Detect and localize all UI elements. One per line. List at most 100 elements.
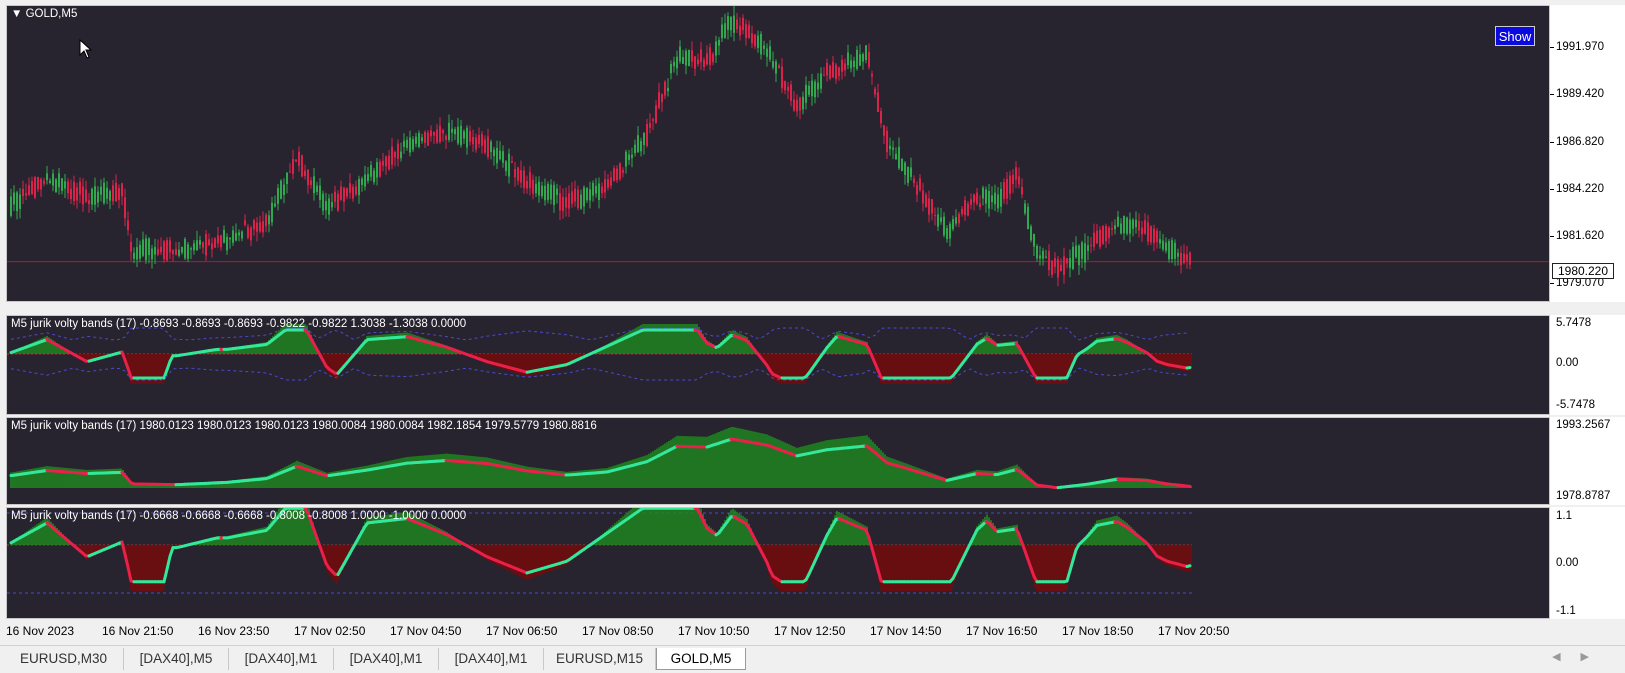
tab-eurusd-m15[interactable]: EURUSD,M15 (544, 648, 656, 670)
candle-body (31, 181, 33, 195)
candle-body (1084, 243, 1086, 263)
indicator-pane-2[interactable]: M5 jurik volty bands (17) 1980.0123 1980… (6, 417, 1550, 505)
candle-body (535, 183, 537, 194)
candle-body (394, 152, 396, 158)
candle-body (595, 185, 597, 194)
tab-gold-m5[interactable]: GOLD,M5 (656, 648, 746, 670)
candle-body (661, 94, 663, 103)
candle-body (466, 127, 468, 148)
tab-scroll-arrows-icon[interactable]: ◀▶ (1552, 650, 1609, 663)
candle-body (940, 217, 942, 222)
candle-body (793, 99, 795, 111)
candle-body (841, 59, 843, 72)
candle-body (490, 141, 492, 153)
price-tick-label: 1989.420 (1556, 88, 1604, 100)
candle-body (988, 190, 990, 209)
candle-body (862, 54, 864, 62)
time-tick-label: 17 Nov 02:50 (294, 624, 366, 638)
tab-eurusd-m30[interactable]: EURUSD,M30 (4, 648, 124, 670)
candle-body (928, 198, 930, 215)
indicator-pane-1[interactable]: M5 jurik volty bands (17) -0.8693 -0.869… (6, 315, 1550, 415)
candle-body (253, 220, 255, 230)
candle-body (622, 170, 624, 173)
candle-body (571, 191, 573, 204)
tab--dax40-m1[interactable]: [DAX40],M1 (439, 648, 544, 670)
indicator-pane-3[interactable]: M5 jurik volty bands (17) -0.6668 -0.666… (6, 507, 1550, 619)
candle-body (1183, 253, 1185, 264)
candle-body (562, 196, 564, 211)
candle-body (796, 99, 798, 112)
candle-body (691, 50, 693, 62)
candle-body (826, 63, 828, 76)
candle-body (1045, 256, 1047, 258)
indicator-2-scale[interactable]: 1993.2567 1978.8787 (1550, 417, 1625, 505)
indicator-1-scale[interactable]: 5.7478 0.00 -5.7478 (1550, 315, 1625, 415)
candle-body (1180, 252, 1182, 266)
candle-body (1036, 245, 1038, 259)
time-tick-label: 16 Nov 23:50 (198, 624, 270, 638)
candle-body (349, 183, 351, 193)
candle-body (550, 184, 552, 200)
candle-body (454, 129, 456, 135)
candle-body (670, 63, 672, 74)
candle-body (640, 141, 642, 152)
candle-body (391, 146, 393, 165)
candle-body (232, 230, 234, 243)
time-tick-label: 17 Nov 16:50 (966, 624, 1038, 638)
candle-body (895, 153, 897, 160)
candle-body (943, 216, 945, 236)
candle-body (421, 137, 423, 142)
indicator-3-scale[interactable]: 1.1 0.00 -1.1 (1550, 507, 1625, 619)
candle-body (1138, 220, 1140, 231)
candle-body (217, 235, 219, 244)
candle-body (685, 50, 687, 66)
show-button[interactable]: Show (1495, 26, 1535, 46)
candle-body (334, 191, 336, 202)
candle-body (181, 247, 183, 253)
price-chart-pane[interactable]: ▼ GOLD,M5 Show (6, 5, 1550, 302)
candle-body (556, 188, 558, 196)
candle-body (1090, 244, 1092, 246)
candle-body (403, 140, 405, 148)
candle-body (598, 183, 600, 200)
candle-body (916, 185, 918, 195)
tab--dax40-m1[interactable]: [DAX40],M1 (229, 648, 334, 670)
tab--dax40-m5[interactable]: [DAX40],M5 (124, 648, 229, 670)
candle-body (1057, 259, 1059, 278)
signal-line (120, 540, 127, 556)
candle-body (1060, 264, 1062, 272)
candle-body (289, 171, 291, 173)
collapse-triangle-icon[interactable]: ▼ (11, 8, 22, 20)
candle-body (871, 74, 873, 77)
candle-body (868, 51, 870, 68)
candle-body (319, 185, 321, 200)
candle-body (376, 162, 378, 178)
candle-body (46, 173, 48, 181)
candle-body (574, 188, 576, 202)
candle-body (73, 181, 75, 201)
candle-body (10, 196, 12, 216)
candle-body (646, 124, 648, 146)
candle-body (1150, 226, 1152, 243)
candle-body (715, 41, 717, 56)
tab--dax40-m1[interactable]: [DAX40],M1 (334, 648, 439, 670)
candle-body (712, 53, 714, 63)
candle-body (25, 193, 27, 196)
candle-body (157, 248, 159, 255)
candle-body (1156, 230, 1158, 242)
candle-body (280, 180, 282, 199)
candle-body (853, 60, 855, 68)
candle-body (892, 147, 894, 150)
candle-body (1003, 182, 1005, 200)
candle-body (877, 92, 879, 113)
candle-body (49, 180, 51, 183)
candle-body (241, 231, 243, 239)
candle-body (910, 167, 912, 177)
tick-label: 1.1 (1556, 510, 1572, 522)
candle-body (502, 151, 504, 163)
price-scale[interactable]: 1991.970 1989.420 1986.820 1984.220 1981.620… (1550, 5, 1625, 302)
time-axis[interactable]: 16 Nov 2023 16 Nov 21:50 16 Nov 23:50 17 No… (0, 622, 1625, 640)
tick-label: 5.7478 (1556, 317, 1592, 329)
candle-body (649, 123, 651, 128)
candle-body (193, 243, 195, 251)
